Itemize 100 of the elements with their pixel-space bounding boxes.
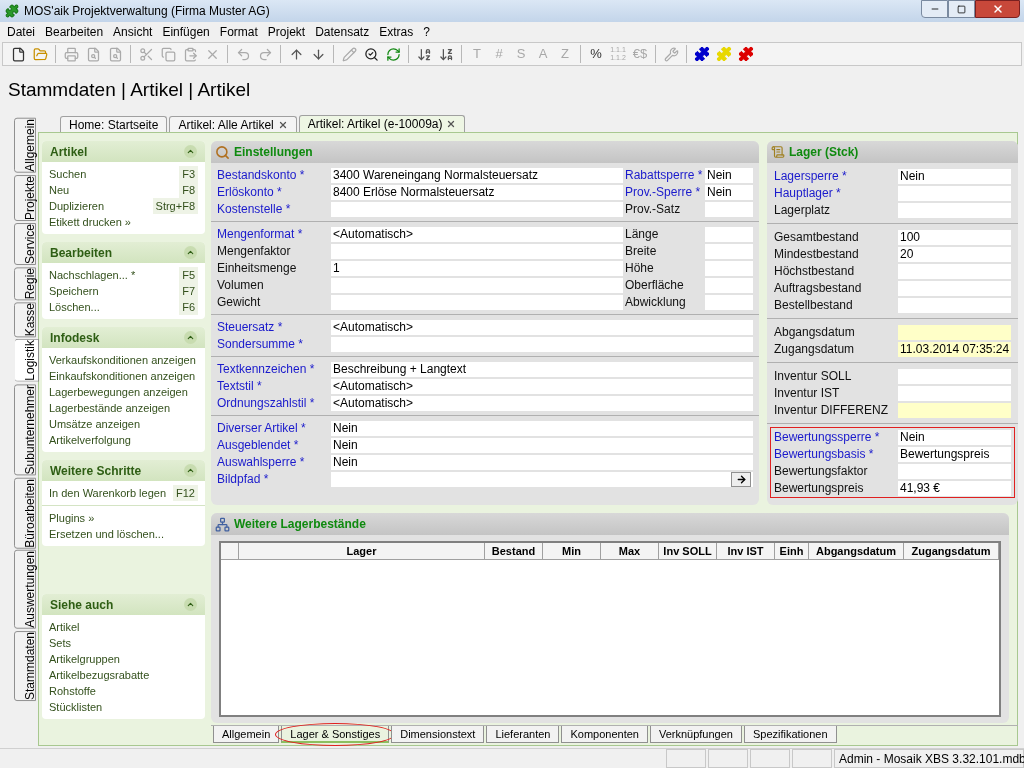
task-link[interactable]: Stücklisten	[49, 698, 103, 716]
menu-item[interactable]: Einfügen	[157, 23, 215, 41]
bottom-tab[interactable]: Verknüpfungen	[649, 726, 742, 743]
field-label[interactable]: Bildpfad *	[217, 471, 331, 487]
input-field[interactable]	[331, 294, 623, 310]
field-label[interactable]: Steuersatz *	[217, 319, 331, 335]
input-field[interactable]	[331, 243, 623, 259]
input-field[interactable]	[898, 202, 1012, 218]
input-field[interactable]: Nein	[705, 184, 753, 200]
input-field[interactable]	[705, 201, 753, 217]
column-header[interactable]: Inv IST	[717, 543, 775, 559]
menu-item[interactable]: Extras	[374, 23, 419, 41]
task-link[interactable]: Duplizieren	[49, 197, 105, 215]
input-field[interactable]: <Automatisch>	[331, 226, 623, 242]
task-link[interactable]: Suchen	[49, 165, 87, 183]
task-link[interactable]: Nachschlagen... *	[49, 266, 136, 284]
task-link[interactable]: Umsätze anzeigen	[49, 415, 141, 433]
input-field[interactable]: 1	[331, 260, 623, 276]
bottom-tab[interactable]: Dimensionstext	[391, 726, 485, 743]
collapse-icon[interactable]	[184, 598, 197, 611]
field-label[interactable]: Lagersperre *	[774, 168, 898, 184]
input-field[interactable]	[331, 201, 623, 217]
field-label[interactable]: Bewertungssperre *	[774, 429, 898, 445]
input-field[interactable]	[705, 260, 753, 276]
column-header[interactable]: Zugangsdatum	[904, 543, 999, 559]
field-label[interactable]: Ordnungszahlstil *	[217, 395, 331, 411]
task-link[interactable]: Einkaufskonditionen anzeigen	[49, 367, 196, 385]
go-button[interactable]	[731, 471, 751, 487]
document-tab[interactable]: Home: Startseite	[60, 116, 168, 132]
field-label[interactable]: Textkennzeichen *	[217, 361, 331, 377]
field-label[interactable]: Rabattsperre *	[625, 167, 705, 183]
side-tab[interactable]: Allgemein	[14, 118, 36, 173]
input-field[interactable]: 20	[898, 246, 1012, 262]
input-field[interactable]: Nein	[331, 437, 753, 453]
document-tab[interactable]: Artikel: Alle Artikel	[169, 116, 297, 132]
side-tab[interactable]: Kasse	[14, 302, 36, 338]
collapse-icon[interactable]	[184, 145, 197, 158]
task-link[interactable]: Artikel	[49, 618, 80, 636]
input-field[interactable]: Nein	[898, 429, 1012, 445]
task-link[interactable]: Ersetzen und löschen...	[49, 525, 164, 543]
task-link[interactable]: Sets	[49, 634, 71, 652]
input-field[interactable]	[898, 185, 1012, 201]
input-field[interactable]	[898, 297, 1012, 313]
column-header[interactable]: Einh	[775, 543, 809, 559]
task-link[interactable]: Plugins »	[49, 509, 95, 527]
field-label[interactable]: Textstil *	[217, 378, 331, 394]
input-field[interactable]: Nein	[331, 454, 753, 470]
menu-item[interactable]: Projekt	[262, 23, 311, 41]
input-field[interactable]	[898, 280, 1012, 296]
input-field[interactable]	[898, 368, 1012, 384]
minimize-button[interactable]	[921, 0, 948, 18]
task-link[interactable]: Artikelgruppen	[49, 650, 120, 668]
input-field[interactable]	[898, 463, 1012, 479]
menu-item[interactable]: Datensatz	[310, 23, 375, 41]
column-header[interactable]: Min	[543, 543, 601, 559]
input-field[interactable]	[331, 471, 753, 487]
menu-item[interactable]: Bearbeiten	[40, 23, 109, 41]
bottom-tab[interactable]: Allgemein	[213, 726, 280, 743]
input-field[interactable]	[705, 294, 753, 310]
side-tab[interactable]: Stammdaten	[14, 631, 36, 702]
bottom-tab[interactable]: Spezifikationen	[743, 726, 837, 743]
input-field[interactable]: Bewertungspreis	[898, 446, 1012, 462]
menu-item[interactable]: Datei	[2, 23, 40, 41]
menu-item[interactable]: Ansicht	[108, 23, 158, 41]
input-field[interactable]	[331, 336, 753, 352]
input-field[interactable]: <Automatisch>	[331, 395, 753, 411]
field-label[interactable]: Bestandskonto *	[217, 167, 331, 183]
input-field[interactable]: 8400 Erlöse Normalsteuersatz	[331, 184, 623, 200]
close-icon[interactable]	[277, 119, 288, 130]
input-field[interactable]	[331, 277, 623, 293]
side-tab[interactable]: Büroarbeiten	[14, 477, 36, 549]
input-field[interactable]: Nein	[898, 168, 1012, 184]
input-field[interactable]: 3400 Wareneingang Normalsteuersatz	[331, 167, 623, 183]
field-label[interactable]: Hauptlager *	[774, 185, 898, 201]
input-field[interactable]	[705, 243, 753, 259]
field-label[interactable]: Prov.-Sperre *	[625, 184, 705, 200]
input-field[interactable]: 100	[898, 229, 1012, 245]
field-label[interactable]: Mengenformat *	[217, 226, 331, 242]
input-field[interactable]: <Automatisch>	[331, 378, 753, 394]
input-field[interactable]	[898, 402, 1012, 418]
toolbar-button[interactable]: %	[585, 44, 607, 64]
input-field[interactable]: 41,93 €	[898, 480, 1012, 496]
task-link[interactable]: In den Warenkorb legen	[49, 484, 166, 502]
input-field[interactable]	[898, 324, 1012, 340]
task-link[interactable]: Artikelbezugsrabatte	[49, 666, 150, 684]
input-field[interactable]: <Automatisch>	[331, 319, 753, 335]
task-link[interactable]: Verkaufskonditionen anzeigen	[49, 351, 196, 369]
task-link[interactable]: Etikett drucken »	[49, 213, 131, 231]
column-header[interactable]: Lager	[239, 543, 485, 559]
task-link[interactable]: Lagerbestände anzeigen	[49, 399, 171, 417]
close-icon[interactable]	[446, 119, 457, 129]
field-label[interactable]: Bewertungsbasis *	[774, 446, 898, 462]
close-button[interactable]	[975, 0, 1020, 18]
task-link[interactable]: Speichern	[49, 282, 99, 300]
document-tab[interactable]: Artikel: Artikel (e-10009a)	[298, 115, 466, 132]
input-field[interactable]: Nein	[331, 420, 753, 436]
field-label[interactable]: Kostenstelle *	[217, 201, 331, 217]
task-link[interactable]: Löschen...	[49, 298, 100, 316]
column-header[interactable]: Bestand	[485, 543, 543, 559]
column-header[interactable]: Abgangsdatum	[809, 543, 904, 559]
